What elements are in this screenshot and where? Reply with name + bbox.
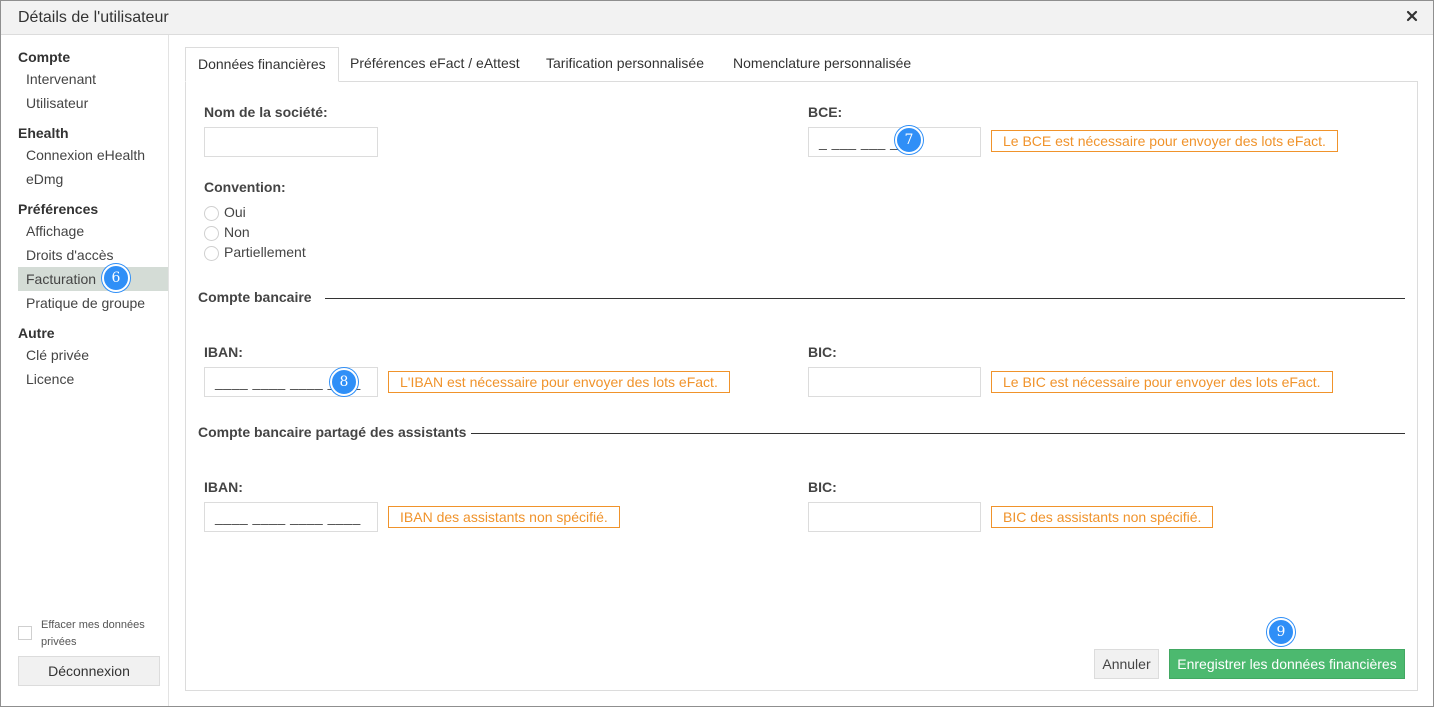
company-name-label: Nom de la société: bbox=[204, 104, 328, 120]
sidebar-item-connexion-ehealth[interactable]: Connexion eHealth bbox=[18, 143, 168, 167]
shared-bic-warning: BIC des assistants non spécifié. bbox=[991, 506, 1214, 528]
bic-warning: Le BIC est nécessaire pour envoyer des l… bbox=[991, 371, 1333, 393]
radio-circle[interactable] bbox=[204, 206, 219, 221]
radio-label: Non bbox=[224, 224, 250, 240]
step-badge-6: 6 bbox=[102, 264, 130, 292]
shared-bank-section-title: Compte bancaire partagé des assistants bbox=[198, 424, 467, 440]
clear-private-data-checkbox[interactable] bbox=[18, 626, 32, 640]
sidebar-item-licence[interactable]: Licence bbox=[18, 367, 168, 391]
section-divider bbox=[471, 433, 1405, 434]
sidebar-item-utilisateur[interactable]: Utilisateur bbox=[18, 91, 168, 115]
bce-label: BCE: bbox=[808, 104, 843, 120]
sidebar-item-edmg[interactable]: eDmg bbox=[18, 167, 168, 191]
cancel-button[interactable]: Annuler bbox=[1094, 649, 1159, 679]
sidebar-item-pratique-de-groupe[interactable]: Pratique de groupe bbox=[18, 291, 168, 315]
clear-private-data-label: Effacer mes données privées bbox=[41, 619, 145, 648]
user-details-dialog: Détails de l'utilisateur Compte Interven… bbox=[0, 0, 1434, 707]
sidebar-group-compte: Compte bbox=[18, 49, 71, 65]
sidebar-group-preferences: Préférences bbox=[18, 201, 99, 217]
bic-input[interactable] bbox=[808, 367, 981, 397]
logout-button[interactable]: Déconnexion bbox=[18, 656, 160, 686]
sidebar-item-droits-acces[interactable]: Droits d'accès bbox=[18, 243, 168, 267]
convention-label: Convention: bbox=[204, 179, 286, 195]
tab-preferences-efact[interactable]: Préférences eFact / eAttest bbox=[350, 47, 520, 82]
shared-iban-label: IBAN: bbox=[204, 479, 243, 495]
step-badge-9: 9 bbox=[1267, 618, 1295, 646]
step-badge-8: 8 bbox=[330, 368, 358, 396]
sidebar-group-autre: Autre bbox=[18, 325, 55, 341]
shared-bic-label: BIC: bbox=[808, 479, 837, 495]
radio-circle[interactable] bbox=[204, 226, 219, 241]
sidebar-item-facturation[interactable]: Facturation bbox=[18, 267, 168, 291]
tab-tarification[interactable]: Tarification personnalisée bbox=[546, 47, 704, 82]
step-badge-7: 7 bbox=[895, 126, 923, 154]
sidebar-item-intervenant[interactable]: Intervenant bbox=[18, 67, 168, 91]
radio-circle[interactable] bbox=[204, 246, 219, 261]
company-name-input[interactable] bbox=[204, 127, 378, 157]
close-icon[interactable] bbox=[1405, 9, 1419, 23]
shared-iban-warning: IBAN des assistants non spécifié. bbox=[388, 506, 620, 528]
iban-warning: L'IBAN est nécessaire pour envoyer des l… bbox=[388, 371, 730, 393]
radio-label: Partiellement bbox=[224, 244, 306, 260]
dialog-title: Détails de l'utilisateur bbox=[18, 9, 169, 26]
bic-label: BIC: bbox=[808, 344, 837, 360]
sidebar-item-cle-privee[interactable]: Clé privée bbox=[18, 343, 168, 367]
section-divider bbox=[325, 298, 1405, 299]
dialog-titlebar: Détails de l'utilisateur bbox=[1, 1, 1433, 35]
sidebar-item-affichage[interactable]: Affichage bbox=[18, 219, 168, 243]
save-financial-data-button[interactable]: Enregistrer les données financières bbox=[1169, 649, 1405, 679]
radio-label: Oui bbox=[224, 204, 246, 220]
tab-nomenclature[interactable]: Nomenclature personnalisée bbox=[733, 47, 911, 82]
shared-iban-input[interactable]: ____ ____ ____ ____ bbox=[204, 502, 378, 532]
tab-donnees-financieres[interactable]: Données financières bbox=[185, 47, 339, 82]
bce-warning: Le BCE est nécessaire pour envoyer des l… bbox=[991, 130, 1338, 152]
settings-sidebar: Compte Intervenant Utilisateur Ehealth C… bbox=[1, 35, 169, 706]
bank-account-section-title: Compte bancaire bbox=[198, 289, 312, 305]
shared-bic-input[interactable] bbox=[808, 502, 981, 532]
iban-label: IBAN: bbox=[204, 344, 243, 360]
sidebar-group-ehealth: Ehealth bbox=[18, 125, 69, 141]
